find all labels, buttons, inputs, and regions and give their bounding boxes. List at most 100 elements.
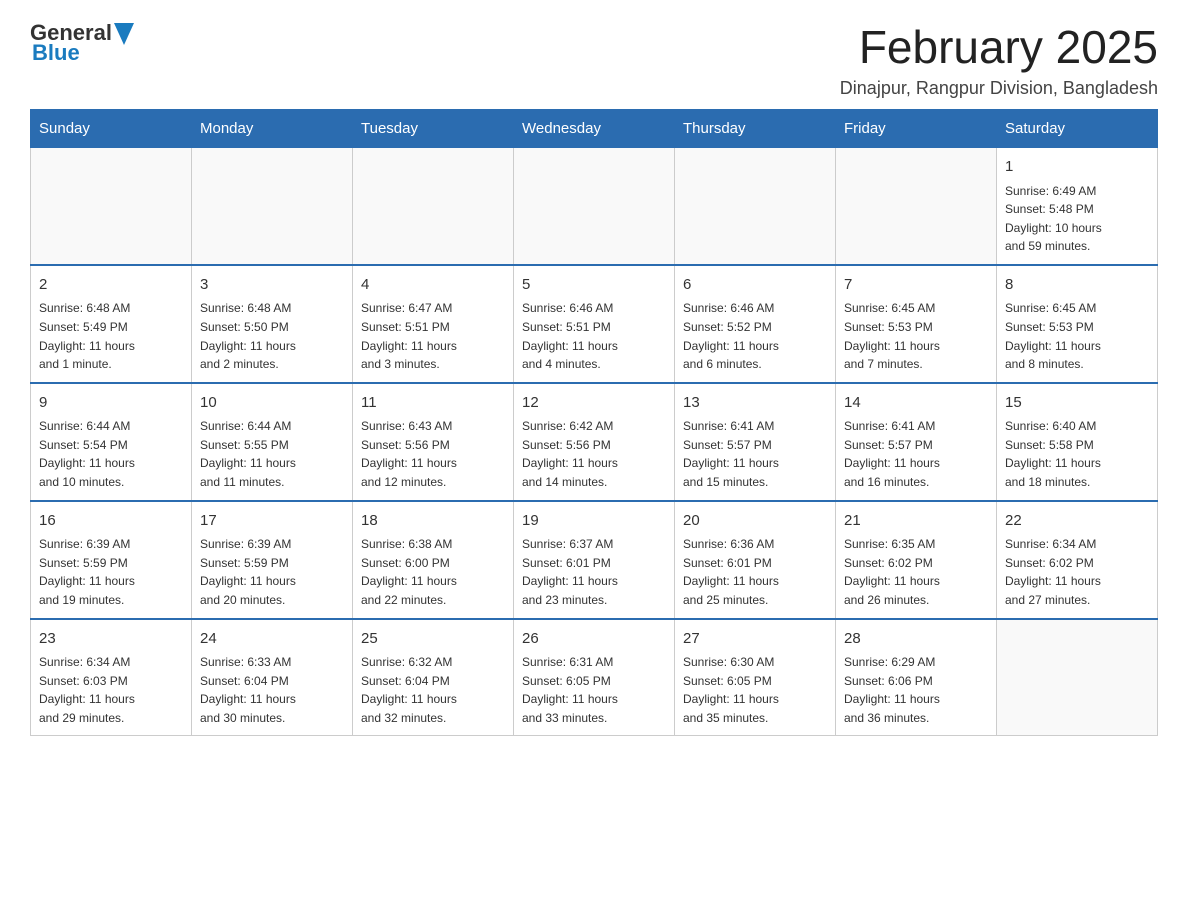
day-number: 12 — [522, 392, 666, 415]
calendar-cell: 15Sunrise: 6:40 AMSunset: 5:58 PMDayligh… — [997, 383, 1158, 501]
title-section: February 2025 Dinajpur, Rangpur Division… — [840, 20, 1158, 99]
day-info: Sunrise: 6:48 AMSunset: 5:49 PMDaylight:… — [39, 299, 183, 373]
calendar-cell — [353, 148, 514, 265]
calendar-week-row: 2Sunrise: 6:48 AMSunset: 5:49 PMDaylight… — [31, 265, 1158, 383]
day-info: Sunrise: 6:45 AMSunset: 5:53 PMDaylight:… — [1005, 299, 1149, 373]
day-number: 3 — [200, 274, 344, 297]
calendar-cell: 3Sunrise: 6:48 AMSunset: 5:50 PMDaylight… — [192, 265, 353, 383]
calendar-cell: 25Sunrise: 6:32 AMSunset: 6:04 PMDayligh… — [353, 619, 514, 736]
calendar-cell: 24Sunrise: 6:33 AMSunset: 6:04 PMDayligh… — [192, 619, 353, 736]
day-info: Sunrise: 6:38 AMSunset: 6:00 PMDaylight:… — [361, 535, 505, 609]
day-info: Sunrise: 6:36 AMSunset: 6:01 PMDaylight:… — [683, 535, 827, 609]
day-info: Sunrise: 6:34 AMSunset: 6:02 PMDaylight:… — [1005, 535, 1149, 609]
day-number: 4 — [361, 274, 505, 297]
calendar-cell — [675, 148, 836, 265]
calendar-cell: 6Sunrise: 6:46 AMSunset: 5:52 PMDaylight… — [675, 265, 836, 383]
calendar-cell: 8Sunrise: 6:45 AMSunset: 5:53 PMDaylight… — [997, 265, 1158, 383]
page-header: General Blue February 2025 Dinajpur, Ran… — [30, 20, 1158, 99]
day-info: Sunrise: 6:42 AMSunset: 5:56 PMDaylight:… — [522, 417, 666, 491]
calendar-cell: 22Sunrise: 6:34 AMSunset: 6:02 PMDayligh… — [997, 501, 1158, 619]
day-number: 26 — [522, 628, 666, 651]
calendar-cell: 13Sunrise: 6:41 AMSunset: 5:57 PMDayligh… — [675, 383, 836, 501]
day-number: 20 — [683, 510, 827, 533]
calendar-cell: 4Sunrise: 6:47 AMSunset: 5:51 PMDaylight… — [353, 265, 514, 383]
logo-blue-text: Blue — [32, 40, 80, 66]
day-info: Sunrise: 6:43 AMSunset: 5:56 PMDaylight:… — [361, 417, 505, 491]
calendar-cell — [997, 619, 1158, 736]
calendar-cell: 21Sunrise: 6:35 AMSunset: 6:02 PMDayligh… — [836, 501, 997, 619]
day-info: Sunrise: 6:31 AMSunset: 6:05 PMDaylight:… — [522, 653, 666, 727]
day-number: 8 — [1005, 274, 1149, 297]
calendar-cell: 1Sunrise: 6:49 AMSunset: 5:48 PMDaylight… — [997, 148, 1158, 265]
day-number: 23 — [39, 628, 183, 651]
calendar-cell: 19Sunrise: 6:37 AMSunset: 6:01 PMDayligh… — [514, 501, 675, 619]
calendar-header-row: SundayMondayTuesdayWednesdayThursdayFrid… — [31, 110, 1158, 148]
calendar-cell: 28Sunrise: 6:29 AMSunset: 6:06 PMDayligh… — [836, 619, 997, 736]
calendar-cell — [514, 148, 675, 265]
month-title: February 2025 — [840, 20, 1158, 74]
weekday-header-wednesday: Wednesday — [514, 110, 675, 148]
calendar-cell: 7Sunrise: 6:45 AMSunset: 5:53 PMDaylight… — [836, 265, 997, 383]
day-info: Sunrise: 6:44 AMSunset: 5:54 PMDaylight:… — [39, 417, 183, 491]
calendar-table: SundayMondayTuesdayWednesdayThursdayFrid… — [30, 109, 1158, 736]
calendar-week-row: 9Sunrise: 6:44 AMSunset: 5:54 PMDaylight… — [31, 383, 1158, 501]
calendar-week-row: 1Sunrise: 6:49 AMSunset: 5:48 PMDaylight… — [31, 148, 1158, 265]
calendar-cell: 20Sunrise: 6:36 AMSunset: 6:01 PMDayligh… — [675, 501, 836, 619]
calendar-cell — [836, 148, 997, 265]
calendar-cell: 23Sunrise: 6:34 AMSunset: 6:03 PMDayligh… — [31, 619, 192, 736]
day-info: Sunrise: 6:44 AMSunset: 5:55 PMDaylight:… — [200, 417, 344, 491]
day-info: Sunrise: 6:33 AMSunset: 6:04 PMDaylight:… — [200, 653, 344, 727]
calendar-cell: 27Sunrise: 6:30 AMSunset: 6:05 PMDayligh… — [675, 619, 836, 736]
day-info: Sunrise: 6:40 AMSunset: 5:58 PMDaylight:… — [1005, 417, 1149, 491]
day-number: 25 — [361, 628, 505, 651]
day-number: 10 — [200, 392, 344, 415]
calendar-cell: 12Sunrise: 6:42 AMSunset: 5:56 PMDayligh… — [514, 383, 675, 501]
day-number: 28 — [844, 628, 988, 651]
day-number: 7 — [844, 274, 988, 297]
day-info: Sunrise: 6:39 AMSunset: 5:59 PMDaylight:… — [39, 535, 183, 609]
calendar-week-row: 16Sunrise: 6:39 AMSunset: 5:59 PMDayligh… — [31, 501, 1158, 619]
day-number: 17 — [200, 510, 344, 533]
day-number: 9 — [39, 392, 183, 415]
day-info: Sunrise: 6:45 AMSunset: 5:53 PMDaylight:… — [844, 299, 988, 373]
day-info: Sunrise: 6:37 AMSunset: 6:01 PMDaylight:… — [522, 535, 666, 609]
weekday-header-friday: Friday — [836, 110, 997, 148]
weekday-header-thursday: Thursday — [675, 110, 836, 148]
calendar-cell: 10Sunrise: 6:44 AMSunset: 5:55 PMDayligh… — [192, 383, 353, 501]
weekday-header-sunday: Sunday — [31, 110, 192, 148]
calendar-cell: 11Sunrise: 6:43 AMSunset: 5:56 PMDayligh… — [353, 383, 514, 501]
day-number: 24 — [200, 628, 344, 651]
day-number: 11 — [361, 392, 505, 415]
calendar-cell: 16Sunrise: 6:39 AMSunset: 5:59 PMDayligh… — [31, 501, 192, 619]
day-info: Sunrise: 6:46 AMSunset: 5:52 PMDaylight:… — [683, 299, 827, 373]
day-info: Sunrise: 6:46 AMSunset: 5:51 PMDaylight:… — [522, 299, 666, 373]
day-number: 2 — [39, 274, 183, 297]
day-info: Sunrise: 6:48 AMSunset: 5:50 PMDaylight:… — [200, 299, 344, 373]
calendar-cell: 2Sunrise: 6:48 AMSunset: 5:49 PMDaylight… — [31, 265, 192, 383]
calendar-cell: 17Sunrise: 6:39 AMSunset: 5:59 PMDayligh… — [192, 501, 353, 619]
weekday-header-tuesday: Tuesday — [353, 110, 514, 148]
day-info: Sunrise: 6:32 AMSunset: 6:04 PMDaylight:… — [361, 653, 505, 727]
day-number: 1 — [1005, 156, 1149, 179]
day-info: Sunrise: 6:30 AMSunset: 6:05 PMDaylight:… — [683, 653, 827, 727]
day-info: Sunrise: 6:34 AMSunset: 6:03 PMDaylight:… — [39, 653, 183, 727]
day-info: Sunrise: 6:35 AMSunset: 6:02 PMDaylight:… — [844, 535, 988, 609]
day-number: 6 — [683, 274, 827, 297]
day-number: 18 — [361, 510, 505, 533]
day-info: Sunrise: 6:29 AMSunset: 6:06 PMDaylight:… — [844, 653, 988, 727]
calendar-cell: 9Sunrise: 6:44 AMSunset: 5:54 PMDaylight… — [31, 383, 192, 501]
calendar-cell: 5Sunrise: 6:46 AMSunset: 5:51 PMDaylight… — [514, 265, 675, 383]
day-info: Sunrise: 6:39 AMSunset: 5:59 PMDaylight:… — [200, 535, 344, 609]
day-number: 14 — [844, 392, 988, 415]
logo-triangle-icon — [114, 23, 134, 45]
weekday-header-monday: Monday — [192, 110, 353, 148]
logo: General Blue — [30, 20, 134, 66]
day-number: 27 — [683, 628, 827, 651]
day-info: Sunrise: 6:41 AMSunset: 5:57 PMDaylight:… — [683, 417, 827, 491]
calendar-cell: 14Sunrise: 6:41 AMSunset: 5:57 PMDayligh… — [836, 383, 997, 501]
calendar-cell — [192, 148, 353, 265]
day-number: 16 — [39, 510, 183, 533]
calendar-cell — [31, 148, 192, 265]
day-number: 13 — [683, 392, 827, 415]
day-info: Sunrise: 6:47 AMSunset: 5:51 PMDaylight:… — [361, 299, 505, 373]
